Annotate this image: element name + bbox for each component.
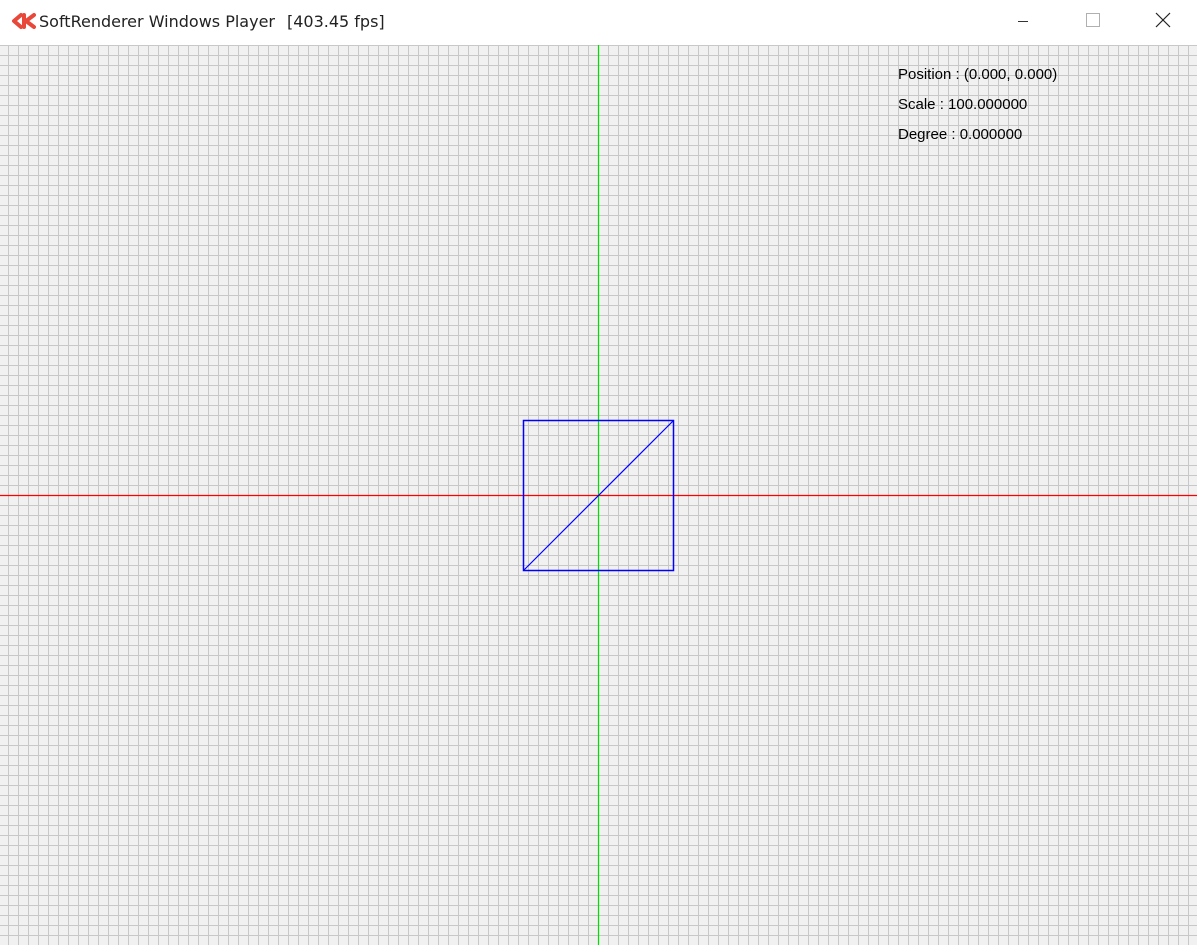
render-viewport[interactable]: Position : (0.000, 0.000) Scale : 100.00… — [0, 45, 1197, 945]
close-icon — [1155, 12, 1171, 33]
minimize-icon — [1017, 14, 1029, 32]
app-name: SoftRenderer Windows Player — [39, 12, 275, 31]
maximize-button[interactable] — [1070, 0, 1116, 45]
title-bar[interactable]: SoftRenderer Windows Player [403.45 fps] — [0, 0, 1197, 45]
fps-counter: [403.45 fps] — [286, 12, 385, 31]
minimize-button[interactable] — [1000, 0, 1046, 45]
ck-logo-icon — [10, 12, 36, 30]
info-overlay: Position : (0.000, 0.000) Scale : 100.00… — [898, 60, 1057, 150]
scene-canvas — [0, 45, 1197, 945]
position-readout: Position : (0.000, 0.000) — [898, 66, 1058, 83]
degree-readout: Degree : 0.000000 — [898, 126, 1023, 143]
window-title: SoftRenderer Windows Player [403.45 fps] — [39, 12, 385, 31]
close-button[interactable] — [1140, 0, 1186, 45]
softrenderer-window: SoftRenderer Windows Player [403.45 fps] — [0, 0, 1197, 945]
scale-readout: Scale : 100.000000 — [898, 96, 1028, 113]
maximize-icon — [1086, 13, 1100, 32]
